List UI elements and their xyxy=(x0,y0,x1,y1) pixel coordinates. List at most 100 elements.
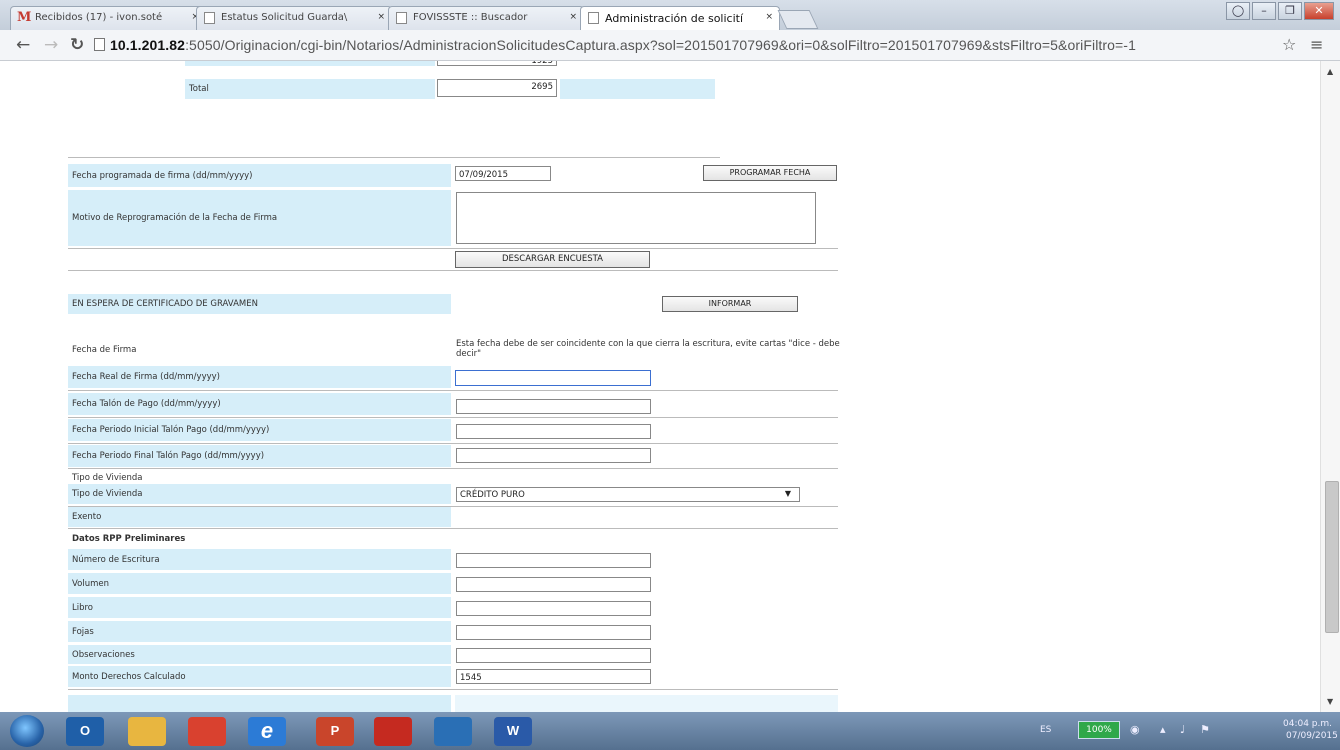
page-icon xyxy=(588,12,599,24)
fecha-real-input[interactable] xyxy=(455,370,651,386)
browser-tab-strip: M Recibidos (17) - ivon.soté × Estatus S… xyxy=(0,0,1340,30)
total-value: 2695 xyxy=(437,79,557,97)
tipo-vivienda-section: Tipo de Vivienda xyxy=(72,473,143,483)
outlook-icon[interactable]: O xyxy=(66,717,104,746)
informar-button[interactable]: INFORMAR xyxy=(662,296,798,312)
volumen-input[interactable] xyxy=(456,577,651,592)
periodo-final-label: Fecha Periodo Final Talón Pago (dd/mm/yy… xyxy=(68,445,451,467)
fecha-programada-label: Fecha programada de firma (dd/mm/yyyy) xyxy=(68,164,451,187)
battery-indicator[interactable]: 100% xyxy=(1078,721,1120,739)
scroll-down-icon[interactable]: ▼ xyxy=(1327,697,1333,706)
tab-administracion[interactable]: Administración de solicití × xyxy=(580,6,780,30)
acrobat-icon[interactable] xyxy=(374,717,412,746)
user-icon[interactable]: ◯ xyxy=(1226,2,1250,20)
periodo-final-input[interactable] xyxy=(456,448,651,463)
fecha-firma-note: Esta fecha debe de ser coincidente con l… xyxy=(456,339,840,359)
restore-icon[interactable]: ❐ xyxy=(1278,2,1302,20)
motivo-textarea[interactable] xyxy=(456,192,816,244)
windows-start-icon[interactable] xyxy=(10,715,44,747)
action-center-icon[interactable]: ⚑ xyxy=(1200,723,1210,736)
observaciones-input[interactable] xyxy=(456,648,651,663)
internet-explorer-icon[interactable]: e xyxy=(248,717,286,746)
numero-escritura-input[interactable] xyxy=(456,553,651,568)
divider xyxy=(68,390,838,391)
libro-label: Libro xyxy=(68,597,451,618)
chrome-icon[interactable] xyxy=(188,717,226,746)
next-row-fill xyxy=(455,695,838,712)
periodo-inicial-input[interactable] xyxy=(456,424,651,439)
exento-label: Exento xyxy=(68,507,451,527)
bookmark-star-icon[interactable]: ☆ xyxy=(1282,35,1296,54)
next-row-label xyxy=(68,695,451,712)
dropdown-arrow-icon[interactable]: ▼ xyxy=(785,489,791,498)
clock-date[interactable]: 07/09/2015 xyxy=(1286,731,1338,741)
divider xyxy=(68,270,838,271)
show-hidden-icons-icon[interactable]: ▴ xyxy=(1160,723,1166,736)
reload-icon[interactable]: ↻ xyxy=(70,35,84,55)
tipo-vivienda-select[interactable]: CRÉDITO PURO ▼ xyxy=(456,487,800,502)
divider xyxy=(68,157,720,158)
minimize-icon[interactable]: – xyxy=(1252,2,1276,20)
descargar-encuesta-button[interactable]: DESCARGAR ENCUESTA xyxy=(455,251,650,268)
language-indicator[interactable]: ES xyxy=(1040,725,1051,735)
volumen-label: Volumen xyxy=(68,573,451,594)
close-icon[interactable]: × xyxy=(569,12,577,22)
forward-icon[interactable]: → xyxy=(44,35,58,55)
divider xyxy=(68,468,838,469)
page-icon xyxy=(204,12,215,24)
monto-input[interactable] xyxy=(456,669,651,684)
espera-certificado-label: EN ESPERA DE CERTIFICADO DE GRAVAMEN xyxy=(68,294,451,314)
new-tab-button[interactable] xyxy=(777,10,819,29)
divider xyxy=(68,248,838,249)
fecha-firma-label: Fecha de Firma xyxy=(72,345,137,355)
divider xyxy=(68,689,838,690)
motivo-label: Motivo de Reprogramación de la Fecha de … xyxy=(68,190,451,246)
fecha-real-label: Fecha Real de Firma (dd/mm/yyyy) xyxy=(68,366,451,388)
powerpoint-icon[interactable]: P xyxy=(316,717,354,746)
rpp-section: Datos RPP Preliminares xyxy=(72,534,186,544)
divider xyxy=(68,417,838,418)
fecha-talon-input[interactable] xyxy=(456,399,651,414)
tab-fovissste[interactable]: FOVISSSTE :: Buscador × xyxy=(388,6,584,30)
libro-input[interactable] xyxy=(456,601,651,616)
tipo-vivienda-label: Tipo de Vivienda xyxy=(68,484,451,504)
gmail-icon: M xyxy=(17,10,32,25)
explorer-folder-icon[interactable] xyxy=(128,717,166,746)
page-icon xyxy=(396,12,407,24)
media-player-icon[interactable] xyxy=(434,717,472,746)
tab-gmail[interactable]: M Recibidos (17) - ivon.soté × xyxy=(10,6,206,30)
scrollbar-thumb[interactable] xyxy=(1325,481,1339,633)
address-bar[interactable]: 10.1.201.82:5050/Originacion/cgi-bin/Not… xyxy=(110,37,1260,55)
scroll-up-icon[interactable]: ▲ xyxy=(1327,67,1333,76)
fojas-label: Fojas xyxy=(68,621,451,642)
fecha-programada-input[interactable] xyxy=(455,166,551,181)
programar-fecha-button[interactable]: PROGRAMAR FECHA xyxy=(703,165,837,181)
numero-escritura-label: Número de Escritura xyxy=(68,549,451,570)
observaciones-label: Observaciones xyxy=(68,645,451,664)
total-row-fill xyxy=(560,79,715,99)
page-content: 1925 Total 2695 Fecha programada de firm… xyxy=(0,61,1320,712)
partial-value: 1925 xyxy=(437,61,557,66)
tab-estatus[interactable]: Estatus Solicitud Guarda\ × xyxy=(196,6,392,30)
vertical-scrollbar[interactable]: ▲ ▼ xyxy=(1320,61,1340,712)
window-close-icon[interactable]: ✕ xyxy=(1304,2,1334,20)
divider xyxy=(68,443,838,444)
windows-taskbar: O e P W ES 100% ◉ ▴ ♩ ⚑ 04:04 p.m. 07/09… xyxy=(0,712,1340,750)
total-label: Total xyxy=(185,79,435,99)
fecha-talon-label: Fecha Talón de Pago (dd/mm/yyyy) xyxy=(68,393,451,415)
monto-label: Monto Derechos Calculado xyxy=(68,666,451,687)
page-icon xyxy=(94,38,105,51)
partial-row-label xyxy=(185,61,435,66)
clock-time[interactable]: 04:04 p.m. xyxy=(1283,719,1332,729)
navigation-bar: ← → ↻ 10.1.201.82:5050/Originacion/cgi-b… xyxy=(0,30,1340,61)
network-icon[interactable]: ◉ xyxy=(1130,723,1140,736)
volume-icon[interactable]: ♩ xyxy=(1180,723,1185,736)
word-icon[interactable]: W xyxy=(494,717,532,746)
close-icon[interactable]: × xyxy=(765,12,773,22)
close-icon[interactable]: × xyxy=(377,12,385,22)
fojas-input[interactable] xyxy=(456,625,651,640)
menu-icon[interactable]: ≡ xyxy=(1310,35,1323,54)
back-icon[interactable]: ← xyxy=(16,35,30,55)
periodo-inicial-label: Fecha Periodo Inicial Talón Pago (dd/mm/… xyxy=(68,419,451,441)
divider xyxy=(68,528,838,529)
